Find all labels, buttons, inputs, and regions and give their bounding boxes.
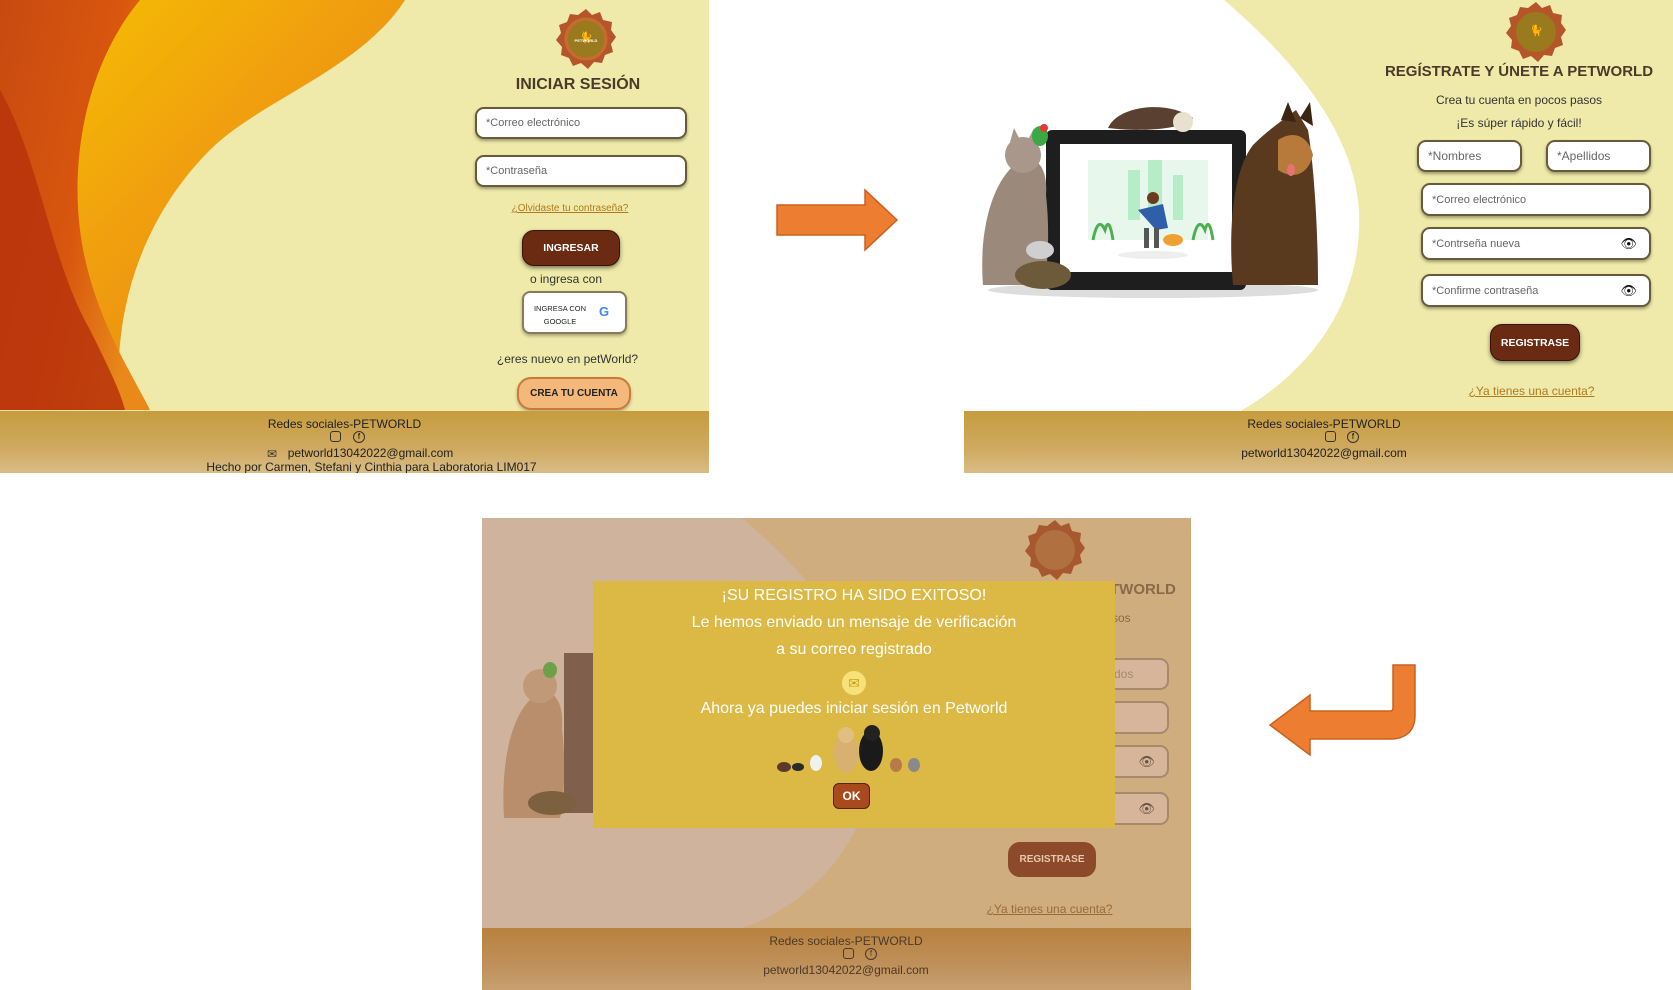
confirm-password-placeholder: *Confirme contraseña xyxy=(1432,284,1539,297)
mail-icon: ✉ xyxy=(842,671,866,695)
register-email-field[interactable]: *Correo electrónico xyxy=(1421,183,1651,216)
login-button[interactable]: INGRESAR xyxy=(522,230,620,266)
email-placeholder: *Correo electrónico xyxy=(486,117,581,129)
dimmed-field-text: dos xyxy=(1114,667,1134,681)
lastnames-placeholder: *Apellidos xyxy=(1557,149,1611,163)
modal-title: ¡SU REGISTRO HA SIDO EXITOSO! xyxy=(721,587,987,604)
register-title: REGÍSTRATE Y ÚNETE A PETWORLD xyxy=(1384,63,1654,80)
lastnames-field[interactable]: *Apellidos xyxy=(1546,140,1651,172)
login-screen: 🐈 PETWORLD INICIAR SESIÓN *Correo electr… xyxy=(0,0,709,473)
footer-email: petworld13042022@gmail.com xyxy=(763,963,929,977)
have-account-link[interactable]: ¿Ya tienes una cuenta? xyxy=(1454,384,1609,398)
pets-tablet-illustration xyxy=(982,102,1318,298)
google-label: INGRESA CON GOOGLE xyxy=(528,302,592,328)
new-password-placeholder: *Contrseña nueva xyxy=(1432,237,1521,250)
success-footer: Redes sociales-PETWORLD f petworld130420… xyxy=(482,928,1191,990)
arrow-right-icon xyxy=(776,188,899,252)
google-label-line2: GOOGLE xyxy=(543,317,577,326)
footer-credits: Hecho por Carmen, Stefani y Cinthia para… xyxy=(206,460,537,473)
dimmed-register-button: REGISTRASE xyxy=(1008,842,1096,877)
petworld-logo-icon xyxy=(1025,520,1085,580)
instagram-icon[interactable] xyxy=(1325,431,1336,442)
google-label-line1: INGRESA CON xyxy=(533,304,587,313)
register-button[interactable]: REGISTRASE xyxy=(1490,324,1580,361)
login-footer: Redes sociales-PETWORLD f ✉ petworld1304… xyxy=(0,411,709,473)
instagram-icon xyxy=(843,948,854,959)
names-field[interactable]: *Nombres xyxy=(1417,140,1522,172)
footer-social-title: Redes sociales-PETWORLD xyxy=(769,934,923,948)
eye-slash-icon: 👁 xyxy=(1138,753,1155,769)
email-field[interactable]: *Correo electrónico xyxy=(475,107,687,139)
register-email-placeholder: *Correo electrónico xyxy=(1432,193,1527,206)
google-icon: G xyxy=(599,304,610,319)
modal-line-3: a su correo registrado xyxy=(776,641,932,658)
password-field[interactable]: *Contraseña xyxy=(475,155,687,187)
login-brand-small: PETWORLD xyxy=(574,38,598,43)
facebook-icon[interactable]: f xyxy=(1347,431,1359,443)
ok-button[interactable]: OK xyxy=(833,783,870,809)
register-footer: Redes sociales-PETWORLD f petworld130420… xyxy=(964,411,1673,473)
modal-line-2: Le hemos enviado un mensaje de verificac… xyxy=(691,614,1017,631)
footer-email[interactable]: petworld13042022@gmail.com xyxy=(16,446,709,460)
forgot-password-link[interactable]: ¿Olvidaste tu contraseña? xyxy=(500,203,640,214)
create-account-label: CREA TU CUENTA xyxy=(530,388,618,399)
svg-text:🐈: 🐈 xyxy=(1529,24,1543,37)
footer-social-title: Redes sociales-PETWORLD xyxy=(267,417,422,431)
arrow-return-icon xyxy=(1268,664,1416,757)
or-login-with-text: o ingresa con xyxy=(529,272,603,286)
new-password-field[interactable]: *Contrseña nueva 👁 xyxy=(1421,227,1651,260)
eye-slash-icon: 👁 xyxy=(1138,800,1155,816)
instagram-icon[interactable] xyxy=(330,431,341,442)
facebook-icon: f xyxy=(865,948,877,960)
password-placeholder: *Contraseña xyxy=(486,165,548,177)
footer-email[interactable]: petworld13042022@gmail.com xyxy=(964,446,1673,460)
create-account-button[interactable]: CREA TU CUENTA xyxy=(517,377,631,410)
google-login-button[interactable]: INGRESA CON GOOGLE G xyxy=(522,291,627,334)
new-user-text: ¿eres nuevo en petWorld? xyxy=(496,352,639,366)
modal-line-4: Ahora ya puedes iniciar sesión en Petwor… xyxy=(700,700,1008,717)
footer-social-title: Redes sociales-PETWORLD xyxy=(1247,417,1401,431)
confirm-password-field[interactable]: *Confirme contraseña 👁 xyxy=(1421,274,1651,307)
facebook-icon[interactable]: f xyxy=(353,431,365,443)
success-screen: TWORLD sos dos 👁 👁 REGISTRASE ¿Ya tienes… xyxy=(482,518,1191,990)
register-screen: 🐈 REGÍSTRATE Y ÚNETE A PETWORLD Crea tu … xyxy=(964,0,1673,473)
dimmed-title-fragment: TWORLD xyxy=(1110,581,1176,598)
register-subtitle-2: ¡Es súper rápido y fácil! xyxy=(1456,116,1582,130)
petworld-logo-icon: 🐈 xyxy=(1506,2,1566,62)
eye-slash-icon[interactable]: 👁 xyxy=(1620,236,1637,252)
login-title: INICIAR SESIÓN xyxy=(515,76,641,93)
register-subtitle-1: Crea tu cuenta en pocos pasos xyxy=(1435,93,1603,107)
eye-slash-icon[interactable]: 👁 xyxy=(1620,283,1637,299)
success-modal: ¡SU REGISTRO HA SIDO EXITOSO! Le hemos e… xyxy=(593,581,1115,828)
names-placeholder: *Nombres xyxy=(1428,149,1482,163)
pets-group-illustration xyxy=(777,725,920,773)
dimmed-have-account-link: ¿Ya tienes una cuenta? xyxy=(986,902,1113,916)
